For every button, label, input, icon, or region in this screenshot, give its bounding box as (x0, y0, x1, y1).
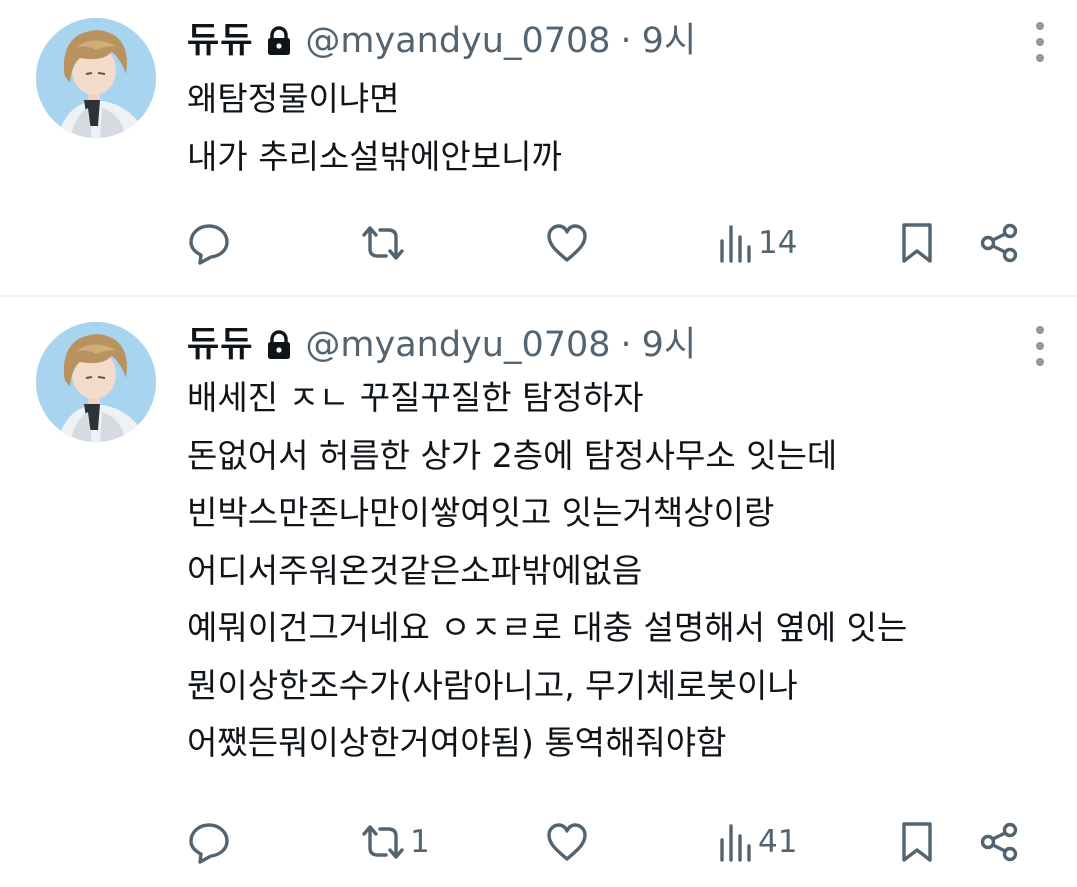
views-count: 41 (758, 824, 798, 860)
tweet-text-line: 돈없어서 허름한 상가 2층에 탐정사무소 잇는데 (187, 435, 838, 475)
views-count: 14 (758, 225, 798, 261)
display-name[interactable]: 듀듀 (187, 322, 253, 368)
tweet-text-line: 빈박스만존나만이쌓여잇고 잇는거책상이랑 (187, 493, 775, 532)
separator-dot: · (620, 21, 632, 61)
retweet-icon (362, 825, 404, 859)
reply-button[interactable] (187, 218, 235, 268)
tweet-header: 듀듀 @myandyu_0708 · 9시 (187, 18, 1055, 64)
views-button[interactable]: 41 (718, 817, 797, 867)
retweet-icon (362, 226, 404, 260)
share-button[interactable] (977, 817, 1021, 867)
retweet-button[interactable] (360, 218, 410, 268)
more-vertical-icon[interactable] (1025, 22, 1055, 62)
tweet-text-line: 배세진 ㅈㄴ 꾸질꾸질한 탐정하자 (187, 378, 644, 417)
views-chart-icon (720, 225, 751, 263)
share-icon (980, 223, 1018, 263)
user-handle[interactable]: @myandyu_0708 (305, 322, 610, 368)
tweet-time[interactable]: 9시 (642, 322, 696, 368)
views-button[interactable]: 14 (718, 218, 797, 268)
tweet-actions: 1 41 (187, 817, 1055, 867)
tweet-actions: 14 (187, 218, 1055, 268)
tweet-text: 왜탐정물이냐면 내가 추리소설밖에안보니까 (187, 70, 1055, 185)
tweet-text-line: 어쨌든뭐이상한거여야됨) 통역해줘야함 (187, 723, 727, 762)
display-name[interactable]: 듀듀 (187, 18, 253, 64)
tweet-time[interactable]: 9시 (642, 18, 696, 64)
reply-icon (189, 823, 229, 864)
retweet-count: 1 (410, 824, 430, 860)
tweet[interactable]: 듀듀 @myandyu_0708 · 9시 왜탐정물이냐면 내가 추리소설밖에안… (0, 0, 1077, 296)
more-vertical-icon[interactable] (1025, 326, 1055, 366)
user-handle[interactable]: @myandyu_0708 (305, 18, 610, 64)
timeline-feed: 듀듀 @myandyu_0708 · 9시 왜탐정물이냐면 내가 추리소설밖에안… (0, 0, 1077, 887)
bookmark-button[interactable] (899, 817, 935, 867)
avatar[interactable] (36, 18, 156, 138)
tweet-text-line: 왜탐정물이냐면 (187, 79, 400, 118)
lock-icon (267, 26, 291, 56)
tweet-content: 듀듀 @myandyu_0708 · 9시 왜탐정물이냐면 내가 추리소설밖에안… (187, 18, 1055, 296)
bookmark-icon (902, 822, 932, 862)
like-button[interactable] (545, 218, 593, 268)
tweet[interactable]: 듀듀 @myandyu_0708 · 9시 배세진 ㅈㄴ 꾸질꾸질한 탐정하자 … (0, 296, 1077, 887)
avatar[interactable] (36, 322, 156, 442)
avatar-illustration (36, 322, 156, 442)
heart-icon (547, 823, 587, 861)
share-button[interactable] (977, 218, 1021, 268)
reply-button[interactable] (187, 817, 235, 867)
heart-icon (547, 224, 587, 262)
separator-dot: · (620, 325, 632, 365)
lock-icon (267, 330, 291, 360)
tweet-text-line: 내가 추리소설밖에안보니까 (187, 136, 562, 176)
tweet-text-line: 예뭐이건그거네요 ㅇㅈㄹ로 대충 설명해서 옆에 잇는 (187, 608, 908, 647)
reply-icon (189, 224, 229, 265)
tweet-text-line: 어디서주워온것같은소파밖에없음 (187, 550, 643, 590)
tweet-content: 듀듀 @myandyu_0708 · 9시 배세진 ㅈㄴ 꾸질꾸질한 탐정하자 … (187, 322, 1055, 887)
bookmark-button[interactable] (899, 218, 935, 268)
like-button[interactable] (545, 817, 593, 867)
share-icon (980, 822, 1018, 862)
retweet-button[interactable]: 1 (360, 817, 430, 867)
bookmark-icon (902, 223, 932, 263)
views-chart-icon (720, 824, 751, 862)
tweet-text: 배세진 ㅈㄴ 꾸질꾸질한 탐정하자 돈없어서 허름한 상가 2층에 탐정사무소 … (187, 369, 1055, 772)
tweet-header: 듀듀 @myandyu_0708 · 9시 (187, 322, 1055, 368)
avatar-illustration (36, 18, 156, 138)
tweet-text-line: 뭔이상한조수가(사람아니고, 무기체로봇이나 (187, 665, 798, 705)
